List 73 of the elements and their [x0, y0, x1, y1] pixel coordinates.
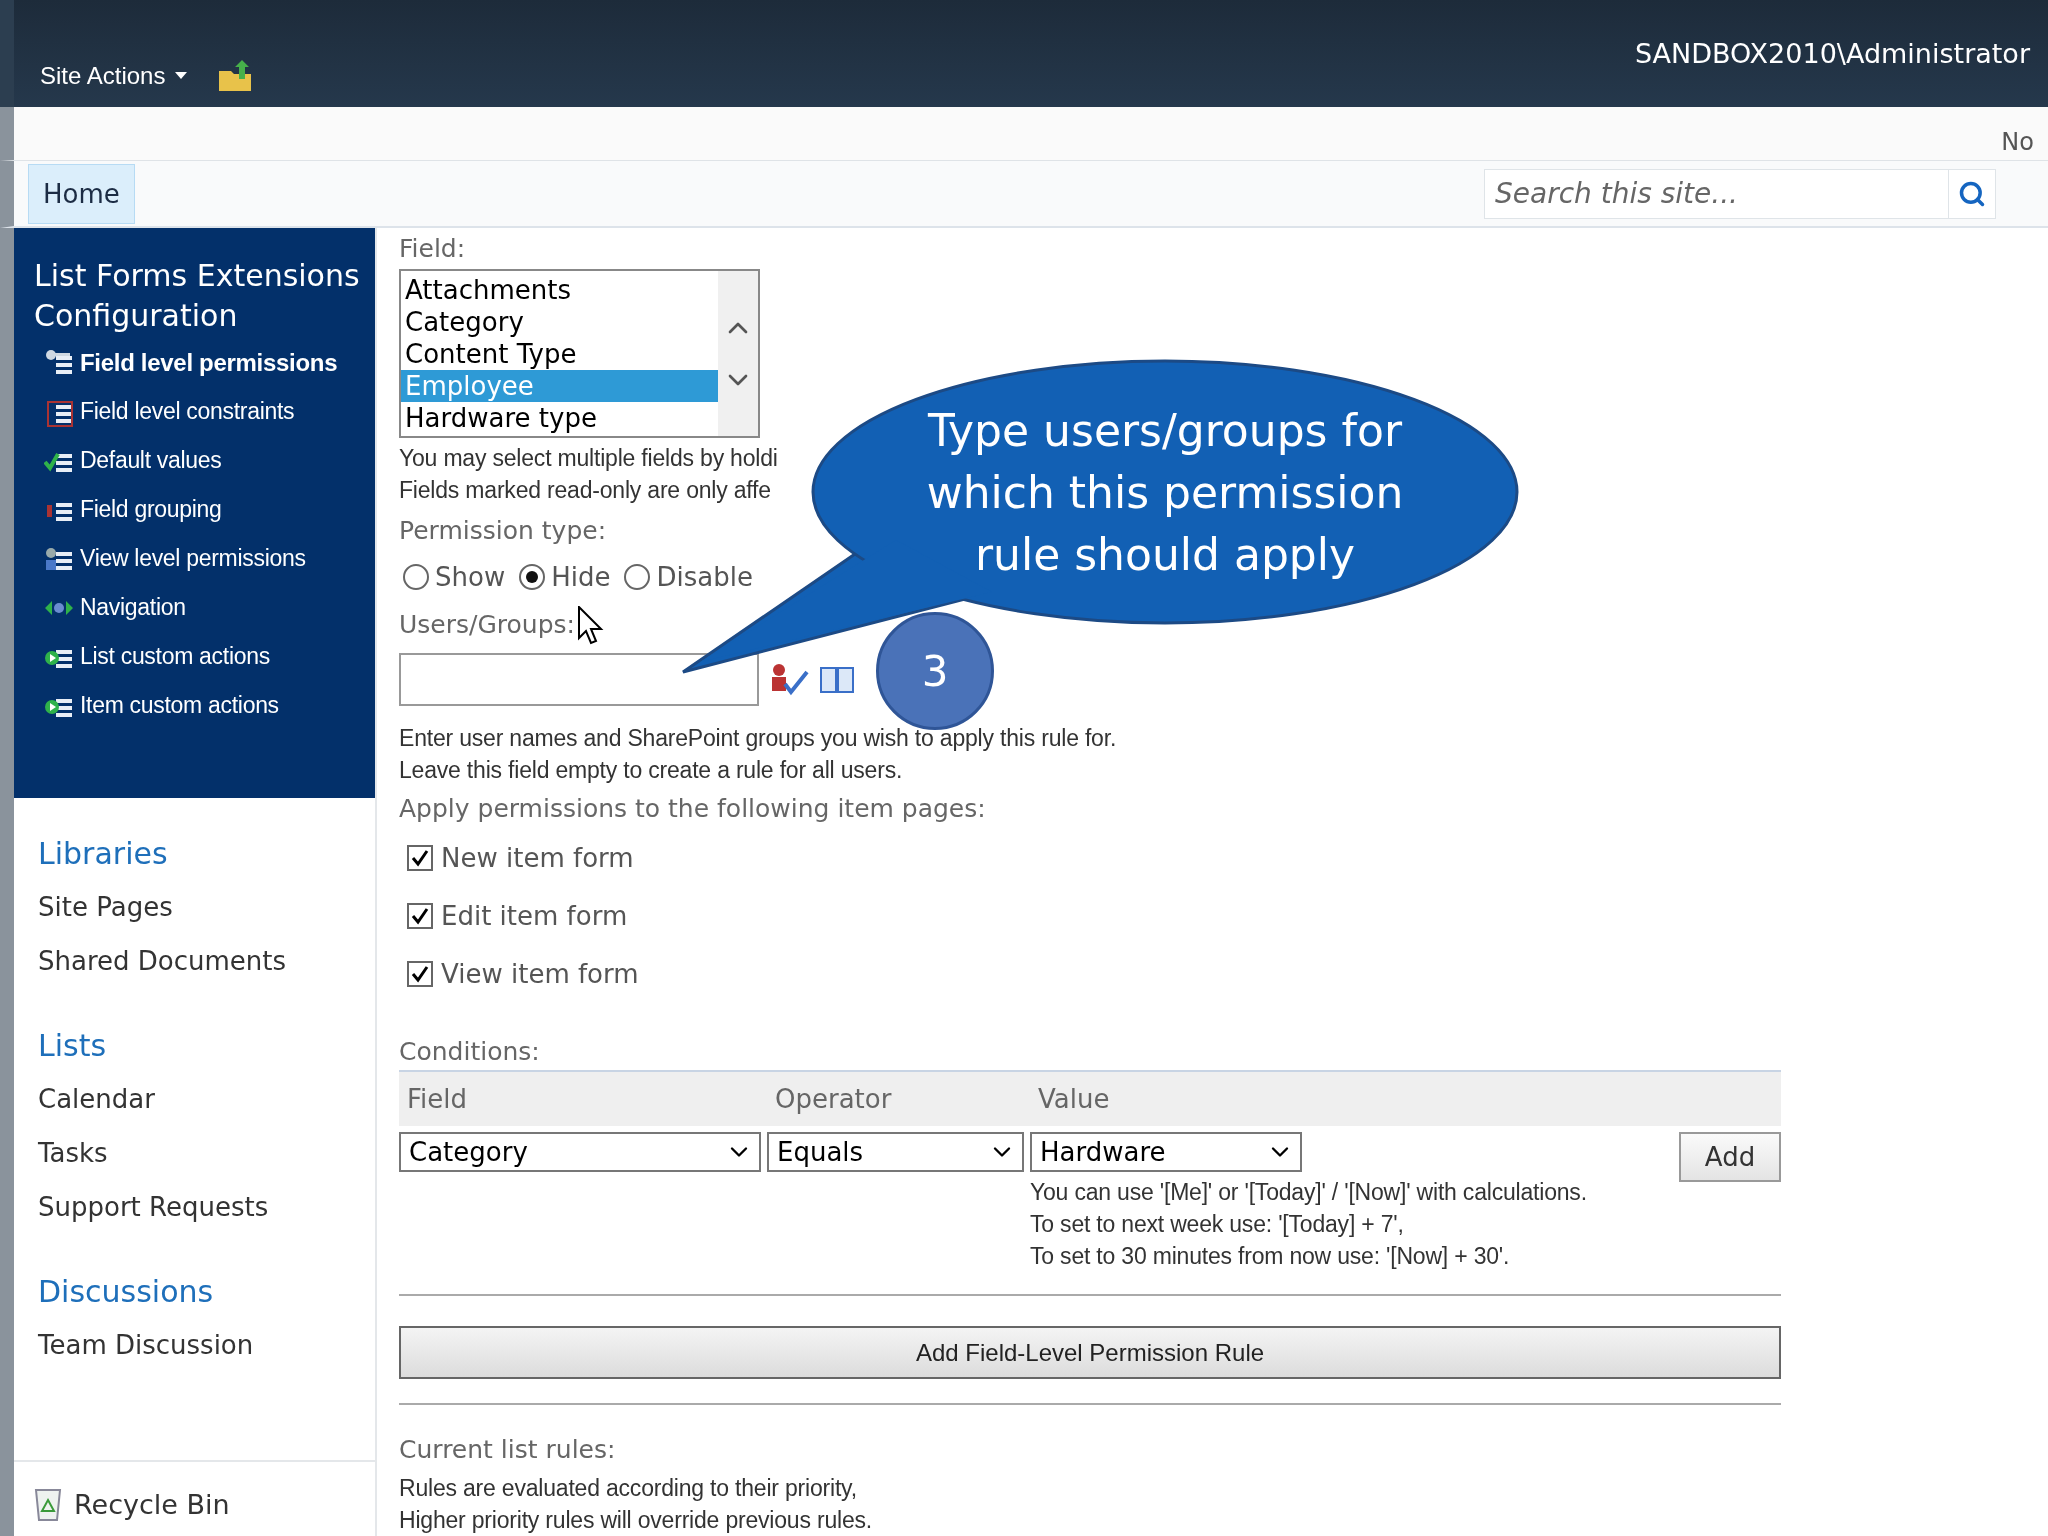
folder-icon[interactable]: [217, 59, 254, 93]
check-names-icon[interactable]: [769, 662, 809, 697]
settings-link[interactable]: Item custom actions: [44, 681, 375, 730]
site-actions-menu[interactable]: Site Actions: [40, 62, 188, 90]
user-name[interactable]: SANDBOX2010\Administrator: [1634, 38, 2030, 69]
radio-option[interactable]: Disable: [624, 561, 753, 592]
quick-launch-link[interactable]: Tasks: [38, 1126, 375, 1180]
column-header: Field: [406, 1084, 468, 1114]
radio-button[interactable]: [519, 563, 546, 590]
settings-link[interactable]: Default values: [44, 436, 375, 485]
help-text: Leave this field empty to create a rule for all users.: [399, 755, 903, 785]
cursor-icon: [578, 606, 604, 646]
item-pages-label: Apply permissions to the following item pages:: [399, 793, 986, 825]
quick-launch-link[interactable]: Site Pages: [38, 880, 375, 934]
permission-type-label: Permission type:: [399, 516, 607, 548]
checkbox-option[interactable]: View item form: [407, 958, 2048, 989]
list-option[interactable]: Attachments: [401, 274, 718, 307]
notes-label[interactable]: No: [2001, 128, 2034, 156]
list-option[interactable]: Content Type: [401, 338, 718, 371]
radio-button[interactable]: [624, 563, 651, 590]
users-groups-label: Users/Groups:: [399, 609, 575, 641]
list-option[interactable]: Hardware type: [401, 402, 718, 435]
help-text: To set to 30 minutes from now use: '[Now] + 30'.: [1030, 1242, 1510, 1272]
add-button[interactable]: Add: [1679, 1132, 1781, 1183]
dropdown[interactable]: Equals: [767, 1132, 1024, 1173]
settings-link[interactable]: List custom actions: [44, 632, 375, 681]
help-text: Rules are evaluated according to their priority,: [399, 1474, 857, 1503]
radio-button[interactable]: [403, 563, 429, 590]
dropdown[interactable]: Hardware: [1030, 1132, 1302, 1173]
address-book-icon[interactable]: [819, 664, 855, 695]
add-rule-button[interactable]: Add Field-Level Permission Rule: [399, 1326, 1781, 1379]
nav-tab[interactable]: Home: [28, 163, 135, 224]
users-input-field[interactable]: [399, 652, 759, 706]
search-button[interactable]: [1948, 168, 1996, 219]
settings-link[interactable]: Field level permissions: [44, 338, 375, 387]
settings-link[interactable]: View level permissions: [44, 534, 375, 583]
settings-link[interactable]: Navigation: [44, 583, 375, 632]
radio-option[interactable]: Show: [403, 561, 506, 592]
callout-text: Type users/groups for which this permission rule should apply: [925, 404, 1405, 582]
quick-launch-heading[interactable]: Lists: [38, 1018, 375, 1072]
settings-link[interactable]: Field level constraints: [44, 387, 375, 436]
quick-launch-heading[interactable]: Discussions: [38, 1264, 375, 1318]
trash-icon: [34, 1486, 62, 1522]
dropdown[interactable]: Category: [399, 1132, 761, 1173]
column-header: Value: [1037, 1084, 1111, 1114]
quick-launch-link[interactable]: Shared Documents: [38, 934, 375, 988]
checkbox-option[interactable]: New item form: [407, 842, 2048, 873]
help-text: You can use '[Me]' or '[Today]' / '[Now]' with calculations.: [1030, 1178, 1587, 1208]
current-rules-label: Current list rules:: [399, 1434, 616, 1466]
settings-link[interactable]: Field grouping: [44, 485, 375, 534]
quick-launch-link[interactable]: Support Requests: [38, 1180, 375, 1234]
quick-launch-link[interactable]: Team Discussion: [38, 1318, 375, 1372]
column-header: Operator: [774, 1084, 893, 1114]
radio-option[interactable]: Hide: [519, 561, 611, 592]
help-text: You may select multiple fields by holdi: [399, 444, 778, 474]
checkbox-option[interactable]: Edit item form: [407, 900, 2048, 931]
checkbox[interactable]: [407, 902, 433, 929]
search-icon: [1958, 179, 1986, 208]
quick-launch-link[interactable]: Calendar: [38, 1072, 375, 1126]
help-text: Fields marked read-only are only affe: [399, 476, 771, 506]
quick-launch-heading[interactable]: Libraries: [38, 826, 375, 880]
panel-title: List Forms Extensions Configuration: [34, 257, 361, 335]
conditions-label: Conditions:: [399, 1036, 540, 1068]
checkbox[interactable]: [407, 960, 433, 987]
field-label: Field:: [399, 234, 466, 265]
caret-icon: [175, 72, 188, 80]
list-option[interactable]: Category: [401, 306, 718, 339]
help-text: To set to next week use: '[Today] + 7',: [1030, 1210, 1404, 1240]
help-text: Higher priority rules will override previous rules.: [399, 1506, 872, 1535]
checkbox[interactable]: [407, 844, 433, 871]
field-listbox[interactable]: Attachments Category Content Type Employee Hardware type: [399, 269, 760, 439]
search-field[interactable]: Search this site...: [1484, 168, 1948, 219]
recycle-bin-link[interactable]: Recycle Bin: [14, 1460, 375, 1522]
